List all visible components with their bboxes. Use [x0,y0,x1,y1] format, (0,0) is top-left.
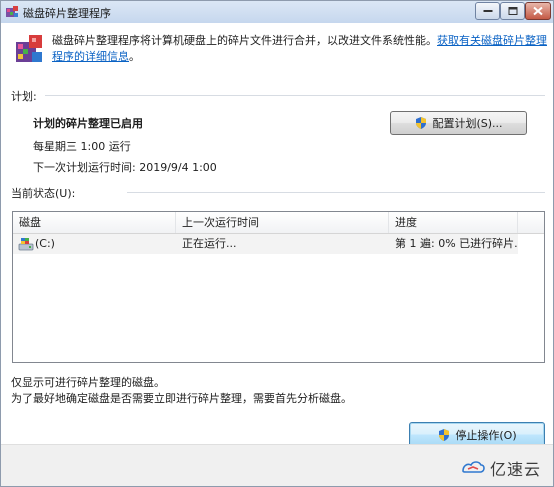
defrag-large-icon [16,35,42,62]
minimize-icon [483,10,492,12]
disk-last-run: 正在运行... [182,237,237,250]
configure-schedule-label: 配置计划(S)... [432,117,503,130]
schedule-status: 计划的碎片整理已启用 [33,117,143,130]
schedule-section-label: 计划: [11,90,37,103]
configure-schedule-button[interactable]: 配置计划(S)... [390,111,527,135]
intro-description: 磁盘碎片整理程序将计算机硬盘上的碎片文件进行合并，以改进文件系统性能。 [52,34,437,47]
hard-drive-icon [18,238,34,251]
disk-row[interactable]: (C:) 正在运行... 第 1 遍: 0% 已进行碎片... [13,234,518,254]
schedule-frequency: 每星期三 1:00 运行 [33,140,131,153]
maximize-button[interactable] [500,2,525,20]
uac-shield-icon [416,117,427,129]
close-icon [533,6,543,16]
note-defraggable-disks: 仅显示可进行碎片整理的磁盘。 [11,376,165,389]
defrag-window: 磁盘碎片整理程序 磁盘碎片整理程序将计算机硬盘上的碎片文件进行合并，以改进文件系… [0,0,554,487]
title-bar[interactable]: 磁盘碎片整理程序 [1,1,553,23]
column-header-last-run[interactable]: 上一次运行时间 [176,212,389,233]
column-header-disk[interactable]: 磁盘 [13,212,176,233]
disk-progress: 第 1 遍: 0% 已进行碎片... [395,237,517,250]
minimize-button[interactable] [475,2,500,20]
watermark-text: 亿速云 [490,460,542,479]
defrag-app-icon [6,6,18,17]
intro-text: 磁盘碎片整理程序将计算机硬盘上的碎片文件进行合并，以改进文件系统性能。获取有关磁… [52,33,547,65]
status-divider [127,192,545,193]
schedule-next-run: 下一次计划运行时间: 2019/9/4 1:00 [33,161,217,174]
schedule-divider [45,95,545,96]
uac-shield-icon [439,428,450,441]
watermark-logo-icon [462,461,485,473]
current-status-label: 当前状态(U): [11,187,76,200]
maximize-icon [508,7,517,15]
disk-list[interactable]: 磁盘 上一次运行时间 进度 (C:) 正在运行... 第 1 遍: 0% 已进行… [12,211,545,363]
disk-list-header: 磁盘 上一次运行时间 进度 [13,212,544,234]
column-header-progress[interactable]: 进度 [389,212,518,233]
window-title: 磁盘碎片整理程序 [23,7,111,20]
note-analyze-first: 为了最好地确定磁盘是否需要立即进行碎片整理，需要首先分析磁盘。 [11,392,352,405]
disk-name: (C:) [35,237,55,250]
watermark: 亿速云 [460,456,541,480]
stop-operation-label: 停止操作(O) [455,428,517,442]
intro-period: 。 [129,50,140,63]
close-button[interactable] [525,2,551,20]
